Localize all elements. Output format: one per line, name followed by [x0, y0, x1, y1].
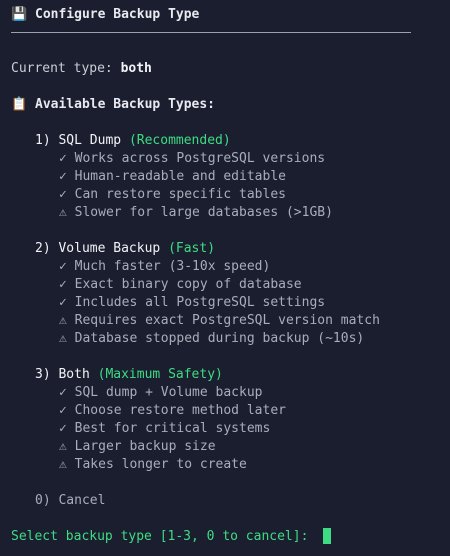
- divider: [11, 32, 411, 33]
- option-name: Volume Backup: [58, 241, 161, 256]
- feature-item: ✓ Can restore specific tables: [59, 187, 286, 202]
- feature-item: ✓ Exact binary copy of database: [59, 277, 302, 292]
- feature-item: ✓ Much faster (3-10x speed): [59, 259, 271, 274]
- clipboard-icon: 📋: [11, 97, 28, 112]
- current-type-value: both: [120, 61, 152, 76]
- feature-item: ✓ Works across PostgreSQL versions: [59, 151, 326, 166]
- option-sql-dump[interactable]: 1) SQL Dump (Recommended): [35, 132, 231, 150]
- text-cursor[interactable]: [323, 528, 331, 544]
- feature-item: ✓ SQL dump + Volume backup: [59, 385, 263, 400]
- available-heading-text: Available Backup Types:: [35, 97, 216, 112]
- feature-item: ⚠ Requires exact PostgreSQL version matc…: [59, 313, 380, 328]
- option-name: Both: [58, 367, 90, 382]
- feature-item: ⚠ Larger backup size: [59, 439, 216, 454]
- feature-item: ✓ Includes all PostgreSQL settings: [59, 295, 326, 310]
- option-cancel[interactable]: 0) Cancel: [35, 492, 105, 510]
- floppy-disk-icon: 💾: [11, 7, 28, 22]
- feature-item: ⚠ Slower for large databases (>1GB): [59, 205, 333, 220]
- option-number: 3): [35, 367, 51, 382]
- option-number: 1): [35, 133, 51, 148]
- page-title: 💾 Configure Backup Type: [11, 6, 199, 24]
- option-name: SQL Dump: [58, 133, 122, 148]
- option-both[interactable]: 3) Both (Maximum Safety): [35, 366, 223, 384]
- current-type-line: Current type: both: [11, 60, 152, 78]
- input-prompt: Select backup type [1-3, 0 to cancel]:: [11, 529, 317, 544]
- option-tag: (Maximum Safety): [97, 367, 223, 382]
- terminal-window: 💾 Configure Backup Type Current type: bot…: [0, 0, 450, 556]
- feature-item: ✓ Choose restore method later: [59, 403, 286, 418]
- available-heading: 📋 Available Backup Types:: [11, 96, 215, 114]
- option-tag: (Fast): [168, 241, 216, 256]
- feature-item: ⚠ Database stopped during backup (~10s): [59, 331, 365, 346]
- feature-item: ⚠ Takes longer to create: [59, 457, 247, 472]
- feature-item: ✓ Human-readable and editable: [59, 169, 286, 184]
- option-volume-backup[interactable]: 2) Volume Backup (Fast): [35, 240, 215, 258]
- option-tag: (Recommended): [128, 133, 231, 148]
- feature-item: ✓ Best for critical systems: [59, 421, 271, 436]
- title-text: Configure Backup Type: [35, 7, 200, 22]
- option-number: 2): [35, 241, 51, 256]
- current-type-label: Current type:: [11, 61, 121, 76]
